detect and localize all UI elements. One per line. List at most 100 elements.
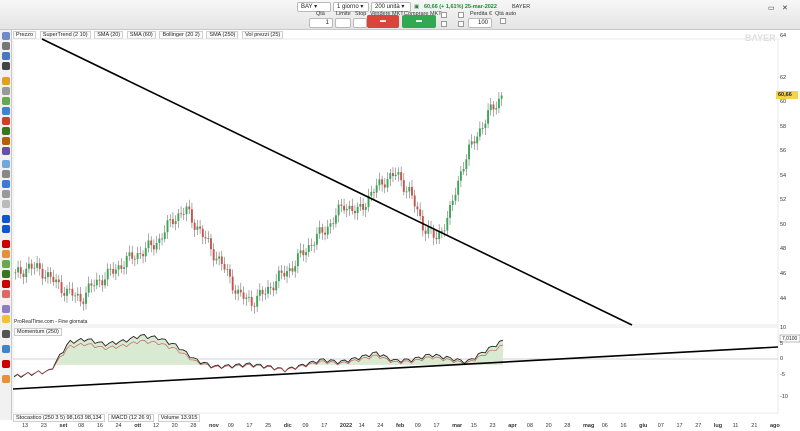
candle-body (114, 269, 117, 274)
candle-body (310, 244, 313, 246)
candle-body (223, 264, 226, 270)
time-axis-label: 17 (676, 423, 683, 429)
time-axis-label: 07 (657, 423, 664, 429)
candle-body (17, 267, 20, 273)
time-axis-label: 16 (96, 423, 103, 429)
momentum-legend[interactable]: Momentum (250) (14, 328, 62, 336)
time-axis-label: 21 (751, 423, 758, 429)
candle-body (85, 292, 87, 304)
time-axis-label: ott (134, 423, 142, 429)
price-axis-label: 54 (780, 173, 787, 179)
candle-body (155, 242, 158, 250)
candle-body (125, 256, 128, 268)
price-axis-label: 62 (780, 75, 787, 81)
candle-body (459, 171, 462, 181)
candle-body (166, 220, 169, 233)
candle-body (123, 267, 125, 269)
candle-body (340, 204, 343, 206)
candle-body (90, 283, 93, 286)
candle-body (234, 290, 237, 294)
time-axis-label: 08 (526, 423, 534, 429)
candle-body (161, 238, 164, 240)
candle-body (36, 263, 39, 268)
candle-body (158, 238, 161, 243)
candle-body (487, 110, 490, 124)
candle-body (261, 289, 264, 295)
candle-body (74, 295, 77, 297)
price-chart[interactable] (0, 0, 800, 431)
candle-body (87, 283, 90, 293)
time-axis-label: 28 (564, 423, 571, 429)
time-axis-label: 24 (377, 423, 384, 429)
candle-body (443, 230, 446, 232)
candle-body (451, 200, 454, 205)
candle-body (226, 269, 229, 270)
candle-body (381, 179, 384, 185)
candle-body (326, 226, 329, 235)
candle-body (476, 136, 479, 144)
candle-body (185, 206, 188, 215)
time-axis-label: 16 (620, 423, 627, 429)
descending-trendline[interactable] (41, 38, 633, 326)
candle-body (256, 295, 259, 307)
time-axis-label: mag (583, 423, 595, 429)
candle-body (392, 173, 394, 177)
candle-body (44, 277, 47, 279)
candle-body (383, 184, 386, 188)
candle-body (275, 281, 278, 291)
momentum-axis-label: 5 (780, 341, 784, 347)
candle-body (218, 256, 221, 259)
candle-body (286, 271, 288, 277)
candle-body (169, 219, 172, 221)
time-axis-label: 25 (265, 423, 272, 429)
legend-macd[interactable]: MACD (12 26 9) (108, 414, 155, 422)
candle-body (277, 270, 280, 282)
momentum-value-label: 7,0100 (782, 336, 798, 342)
candle-body (411, 186, 413, 196)
time-axis-label: 17 (433, 423, 440, 429)
candle-body (190, 209, 193, 223)
legend-stochastic[interactable]: Stocastico (250 3 5) 98,163 98,134 (13, 414, 105, 422)
candle-body (248, 296, 250, 298)
time-axis-label: 23 (40, 423, 47, 429)
candle-body (427, 227, 430, 234)
candle-body (152, 245, 155, 250)
candle-body (182, 214, 185, 215)
time-axis-label: feb (396, 423, 405, 429)
legend-volume[interactable]: Volume 13.915 (157, 414, 201, 422)
candle-body (150, 240, 153, 246)
candle-body (196, 226, 199, 230)
candle-body (362, 203, 365, 210)
candle-body (171, 219, 174, 225)
candle-body (101, 280, 104, 286)
candle-body (14, 272, 17, 274)
candle-body (389, 173, 392, 180)
candle-body (302, 250, 305, 256)
candle-body (22, 273, 25, 278)
candle-body (424, 230, 427, 234)
candle-body (299, 250, 302, 254)
time-axis-label: 09 (414, 423, 421, 429)
candle-body (280, 270, 283, 273)
price-axis-label: 44 (780, 296, 787, 302)
candle-body (49, 272, 52, 277)
price-axis-label: 52 (780, 197, 787, 203)
candle-body (210, 238, 212, 250)
candle-body (454, 194, 457, 201)
candle-body (147, 240, 150, 249)
candle-body (462, 169, 465, 172)
time-axis-label: lug (713, 423, 723, 429)
time-axis-label: dic (283, 423, 292, 429)
time-axis-label: apr (508, 423, 517, 429)
candle-body (473, 141, 476, 144)
time-axis-label: 28 (190, 423, 197, 429)
time-axis-label: 17 (246, 423, 253, 429)
candle-body (180, 213, 183, 215)
candle-body (139, 253, 142, 255)
time-axis-label: 09 (302, 423, 309, 429)
candle-body (95, 279, 98, 286)
candle-body (315, 233, 318, 245)
time-axis-label: 20 (171, 423, 178, 429)
candle-body (449, 204, 451, 218)
candle-body (47, 272, 49, 278)
